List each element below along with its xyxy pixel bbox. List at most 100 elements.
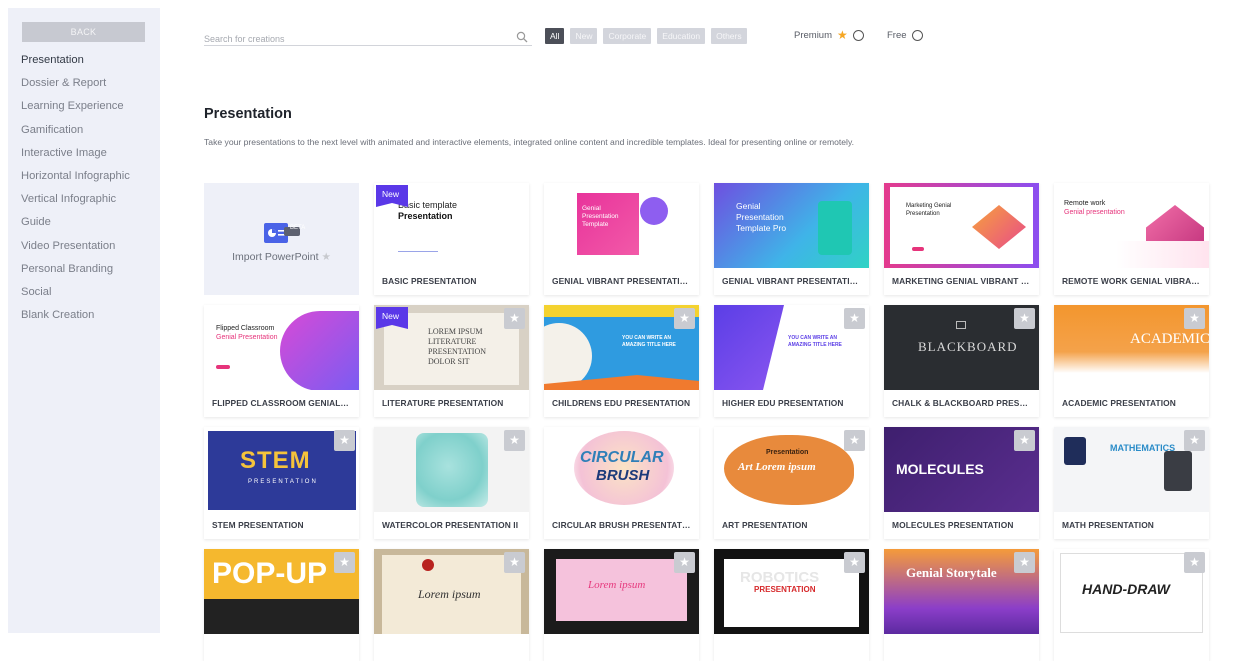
template-card[interactable]: Marketing Genial Presentation MARKETING … (884, 183, 1039, 295)
sidebar: BACK Presentation Dossier & Report Learn… (8, 8, 160, 633)
template-title: REMOTE WORK GENIAL VIBRAN... (1062, 276, 1205, 286)
template-card[interactable]: Basic template Presentation New BASIC PR… (374, 183, 529, 295)
thumb-title: YOU CAN WRITE AN (622, 335, 671, 341)
powerpoint-icon (264, 223, 300, 243)
premium-toggle[interactable]: Premium ★ (794, 28, 864, 42)
template-card[interactable]: MOLECULES ★ MOLECULES PRESENTATION (884, 427, 1039, 539)
template-card[interactable]: STEM PRESENTATION ★ STEM PRESENTATION (204, 427, 359, 539)
thumb-calculator (1164, 451, 1192, 491)
filter-all[interactable]: All (545, 28, 565, 44)
thumb-subtitle: AMAZING TITLE HERE (788, 342, 842, 348)
thumb-shape (280, 311, 359, 390)
premium-radio[interactable] (852, 30, 864, 41)
template-card[interactable]: Flipped Classroom Genial Presentation FL… (204, 305, 359, 417)
template-card[interactable]: ★ WATERCOLOR PRESENTATION II (374, 427, 529, 539)
search-icon[interactable] (516, 31, 528, 43)
thumb-subtitle: BRUSH (596, 467, 650, 484)
template-card[interactable]: Genial Storytale ★ (884, 549, 1039, 661)
thumb-title: LOREM IPSUM (428, 327, 483, 336)
template-thumbnail: STEM PRESENTATION ★ (204, 427, 359, 512)
sidebar-item-gamification[interactable]: Gamification (21, 123, 130, 146)
thumb-seal (422, 559, 434, 571)
favorite-star-icon[interactable]: ★ (504, 430, 525, 451)
template-card[interactable]: Remote work Genial presentation REMOTE W… (1054, 183, 1209, 295)
thumb-title: Remote work (1064, 200, 1106, 207)
favorite-star-icon[interactable]: ★ (504, 552, 525, 573)
import-label-text: Import PowerPoint (232, 251, 319, 263)
thumb-title: Presentation (766, 449, 809, 456)
sidebar-item-guide[interactable]: Guide (21, 215, 130, 238)
thumb-title: MATHEMATICS (1110, 443, 1176, 453)
sidebar-nav: Presentation Dossier & Report Learning E… (21, 53, 130, 331)
template-card[interactable]: Genial Presentation Template GENIAL VIBR… (544, 183, 699, 295)
template-card[interactable]: POP-UP ★ (204, 549, 359, 661)
thumb-subtitle: PRESENTATION (428, 347, 487, 356)
favorite-star-icon[interactable]: ★ (844, 430, 865, 451)
filter-corporate[interactable]: Corporate (603, 28, 652, 44)
thumb-shape (818, 201, 852, 255)
free-toggle[interactable]: Free (887, 30, 923, 41)
free-label: Free (887, 30, 907, 41)
filter-new[interactable]: New (570, 28, 598, 44)
favorite-star-icon[interactable]: ★ (844, 308, 865, 329)
template-title: ART PRESENTATION (722, 520, 808, 530)
template-title: FLIPPED CLASSROOM GENIAL V... (212, 398, 355, 408)
template-title: MOLECULES PRESENTATION (892, 520, 1014, 530)
sidebar-item-dossier-report[interactable]: Dossier & Report (21, 76, 130, 99)
template-title: MATH PRESENTATION (1062, 520, 1154, 530)
back-button[interactable]: BACK (22, 22, 145, 42)
sidebar-item-presentation[interactable]: Presentation (21, 53, 130, 76)
sidebar-item-interactive-image[interactable]: Interactive Image (21, 146, 130, 169)
sidebar-item-learning-experience[interactable]: Learning Experience (21, 99, 130, 122)
premium-star-icon: ★ (837, 28, 848, 42)
template-card[interactable]: HAND-DRAW ★ (1054, 549, 1209, 661)
sidebar-item-vertical-infographic[interactable]: Vertical Infographic (21, 192, 130, 215)
template-card[interactable]: CIRCULAR BRUSH CIRCULAR BRUSH PRESENTATI… (544, 427, 699, 539)
thumb-shape (1064, 437, 1086, 465)
favorite-star-icon[interactable]: ★ (674, 308, 695, 329)
favorite-star-icon[interactable]: ★ (1184, 308, 1205, 329)
template-thumbnail: Lorem ipsum ★ (374, 549, 529, 634)
sidebar-item-social[interactable]: Social (21, 285, 130, 308)
favorite-star-icon[interactable]: ★ (334, 552, 355, 573)
favorite-star-icon[interactable]: ★ (1014, 308, 1035, 329)
thumb-subtitle: DOLOR SIT (428, 357, 470, 366)
favorite-star-icon[interactable]: ★ (334, 430, 355, 451)
import-powerpoint-card[interactable]: BETA Import PowerPoint ★ (204, 183, 359, 295)
thumb-subtitle: Presentation (398, 211, 453, 221)
template-grid: BETA Import PowerPoint ★ Basic template … (204, 183, 1214, 661)
template-card[interactable]: Genial Presentation Template Pro GENIAL … (714, 183, 869, 295)
favorite-star-icon[interactable]: ★ (1184, 552, 1205, 573)
sidebar-item-personal-branding[interactable]: Personal Branding (21, 262, 130, 285)
sidebar-item-video-presentation[interactable]: Video Presentation (21, 239, 130, 262)
template-card[interactable]: Presentation Art Lorem ipsum ★ ART PRESE… (714, 427, 869, 539)
template-card[interactable]: MATHEMATICS ★ MATH PRESENTATION (1054, 427, 1209, 539)
thumb-button (912, 247, 924, 251)
filter-others[interactable]: Others (711, 28, 747, 44)
favorite-star-icon[interactable]: ★ (1184, 430, 1205, 451)
filter-education[interactable]: Education (657, 28, 706, 44)
star-icon: ★ (321, 251, 331, 263)
template-card[interactable]: BLACKBOARD ★ CHALK & BLACKBOARD PRESE... (884, 305, 1039, 417)
sidebar-item-blank-creation[interactable]: Blank Creation (21, 308, 130, 331)
template-title: CHALK & BLACKBOARD PRESE... (892, 398, 1033, 408)
template-card[interactable]: YOU CAN WRITE AN AMAZING TITLE HERE ★ CH… (544, 305, 699, 417)
template-card[interactable]: YOU CAN WRITE AN AMAZING TITLE HERE ★ HI… (714, 305, 869, 417)
free-radio[interactable] (911, 30, 923, 41)
favorite-star-icon[interactable]: ★ (844, 552, 865, 573)
template-card[interactable]: Lorem ipsum ★ (544, 549, 699, 661)
search-input[interactable] (204, 31, 504, 47)
thumb-bg (1054, 241, 1209, 268)
sidebar-item-horizontal-infographic[interactable]: Horizontal Infographic (21, 169, 130, 192)
thumb-subtitle: Presentation (582, 213, 619, 220)
template-card[interactable]: Lorem ipsum ★ (374, 549, 529, 661)
favorite-star-icon[interactable]: ★ (674, 552, 695, 573)
template-card[interactable]: ACADEMIC ★ ACADEMIC PRESENTATION (1054, 305, 1209, 417)
template-card[interactable]: ROBOTICS PRESENTATION ★ (714, 549, 869, 661)
new-badge: New (376, 185, 408, 207)
template-card[interactable]: LOREM IPSUM LITERATURE PRESENTATION DOLO… (374, 305, 529, 417)
favorite-star-icon[interactable]: ★ (504, 308, 525, 329)
favorite-star-icon[interactable]: ★ (1014, 430, 1035, 451)
thumb-title: Lorem ipsum (588, 579, 646, 591)
favorite-star-icon[interactable]: ★ (1014, 552, 1035, 573)
